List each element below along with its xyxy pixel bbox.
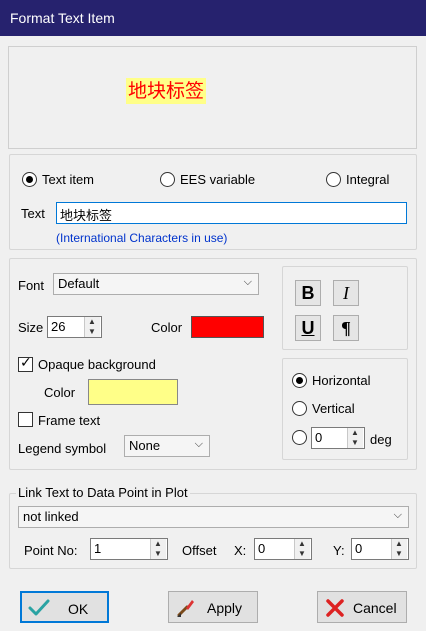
italic-button[interactable]: I [333, 280, 359, 306]
horizontal-label: Horizontal [312, 373, 371, 388]
spin-down-icon[interactable]: ▼ [154, 550, 162, 558]
cancel-button-label: Cancel [353, 600, 397, 616]
cancel-button[interactable]: Cancel [317, 591, 407, 623]
spin-up-icon[interactable]: ▲ [298, 540, 306, 548]
cancel-x-icon [326, 599, 344, 617]
integral-label: Integral [346, 172, 390, 187]
font-label: Font [18, 278, 45, 293]
size-input[interactable]: 26 ▲ ▼ [47, 316, 102, 338]
opaque-background-label: Opaque background [38, 357, 156, 372]
ees-variable-label: EES variable [180, 172, 256, 187]
offset-label: Offset [182, 543, 217, 558]
offset-x-label: X: [234, 543, 247, 558]
horizontal-radio[interactable] [292, 373, 307, 388]
offset-y-value: 0 [355, 541, 363, 556]
spin-down-icon[interactable]: ▼ [298, 550, 306, 558]
spin-up-icon[interactable]: ▲ [154, 540, 162, 548]
preview-text: 地块标签 [126, 78, 207, 104]
size-value: 26 [51, 319, 66, 334]
offset-x-input[interactable]: 0 ▲ ▼ [254, 538, 312, 560]
spin-down-icon[interactable]: ▼ [351, 439, 359, 447]
spin-up-icon[interactable]: ▲ [351, 429, 359, 437]
offset-x-spinner[interactable]: ▲ ▼ [294, 539, 310, 559]
underline-button[interactable]: U [295, 315, 321, 341]
link-dropdown[interactable]: not linked ⌵ [18, 506, 409, 528]
angle-value: 0 [315, 430, 323, 445]
text-item-radio[interactable] [22, 172, 37, 187]
window-title: Format Text Item [10, 10, 115, 26]
opaque-background-checkbox[interactable] [18, 355, 33, 372]
spin-up-icon[interactable]: ▲ [395, 540, 403, 548]
text-item-label: Text item [42, 172, 95, 187]
legend-symbol-dropdown[interactable]: None ⌵ [124, 435, 210, 457]
font-color-label: Color [151, 320, 183, 335]
integral-radio[interactable] [326, 172, 341, 187]
frame-text-checkbox[interactable] [18, 412, 33, 427]
paragraph-button[interactable]: ¶ [333, 315, 359, 341]
text-field-label: Text [21, 206, 45, 221]
ok-button-label: OK [68, 601, 89, 617]
angle-unit-label: deg [370, 432, 392, 447]
font-dropdown[interactable]: Default ⌵ [53, 273, 259, 295]
text-input[interactable]: 地块标签 [56, 202, 407, 224]
point-no-input[interactable]: 1 ▲ ▼ [90, 538, 168, 560]
point-no-label: Point No: [24, 543, 78, 558]
text-preview-panel [8, 46, 417, 149]
ok-button[interactable]: OK [20, 591, 109, 623]
chevron-down-icon: ⌵ [243, 276, 252, 288]
frame-text-label: Frame text [38, 413, 101, 428]
chevron-down-icon: ⌵ [194, 438, 203, 450]
offset-y-spinner[interactable]: ▲ ▼ [391, 539, 407, 559]
spin-up-icon[interactable]: ▲ [88, 318, 96, 326]
point-no-value: 1 [94, 541, 102, 556]
bold-button[interactable]: B [295, 280, 321, 306]
spin-down-icon[interactable]: ▼ [395, 550, 403, 558]
angle-input[interactable]: 0 ▲ ▼ [311, 427, 365, 449]
angle-radio[interactable] [292, 430, 307, 445]
spin-down-icon[interactable]: ▼ [88, 328, 96, 336]
offset-y-label: Y: [333, 543, 345, 558]
ees-variable-radio[interactable] [160, 172, 175, 187]
apply-button[interactable]: Apply [168, 591, 258, 623]
vertical-label: Vertical [312, 401, 355, 416]
vertical-radio[interactable] [292, 401, 307, 416]
legend-symbol-value: None [129, 438, 161, 453]
font-value: Default [58, 276, 100, 291]
font-color-swatch[interactable] [191, 316, 264, 338]
link-value: not linked [23, 509, 79, 524]
size-label: Size [18, 320, 44, 335]
international-characters-note: (International Characters in use) [56, 231, 228, 245]
offset-y-input[interactable]: 0 ▲ ▼ [351, 538, 409, 560]
size-spinner[interactable]: ▲ ▼ [84, 317, 100, 337]
legend-symbol-label: Legend symbol [18, 441, 107, 456]
brush-icon [177, 600, 194, 617]
link-group-title: Link Text to Data Point in Plot [16, 485, 190, 500]
offset-x-value: 0 [258, 541, 266, 556]
checkmark-icon [28, 599, 50, 616]
chevron-down-icon: ⌵ [393, 509, 402, 521]
title-bar: Format Text Item [0, 0, 426, 36]
background-color-label: Color [44, 385, 76, 400]
angle-spinner[interactable]: ▲ ▼ [347, 428, 363, 448]
apply-button-label: Apply [207, 600, 243, 616]
background-color-swatch[interactable] [88, 379, 178, 405]
point-no-spinner[interactable]: ▲ ▼ [150, 539, 166, 559]
